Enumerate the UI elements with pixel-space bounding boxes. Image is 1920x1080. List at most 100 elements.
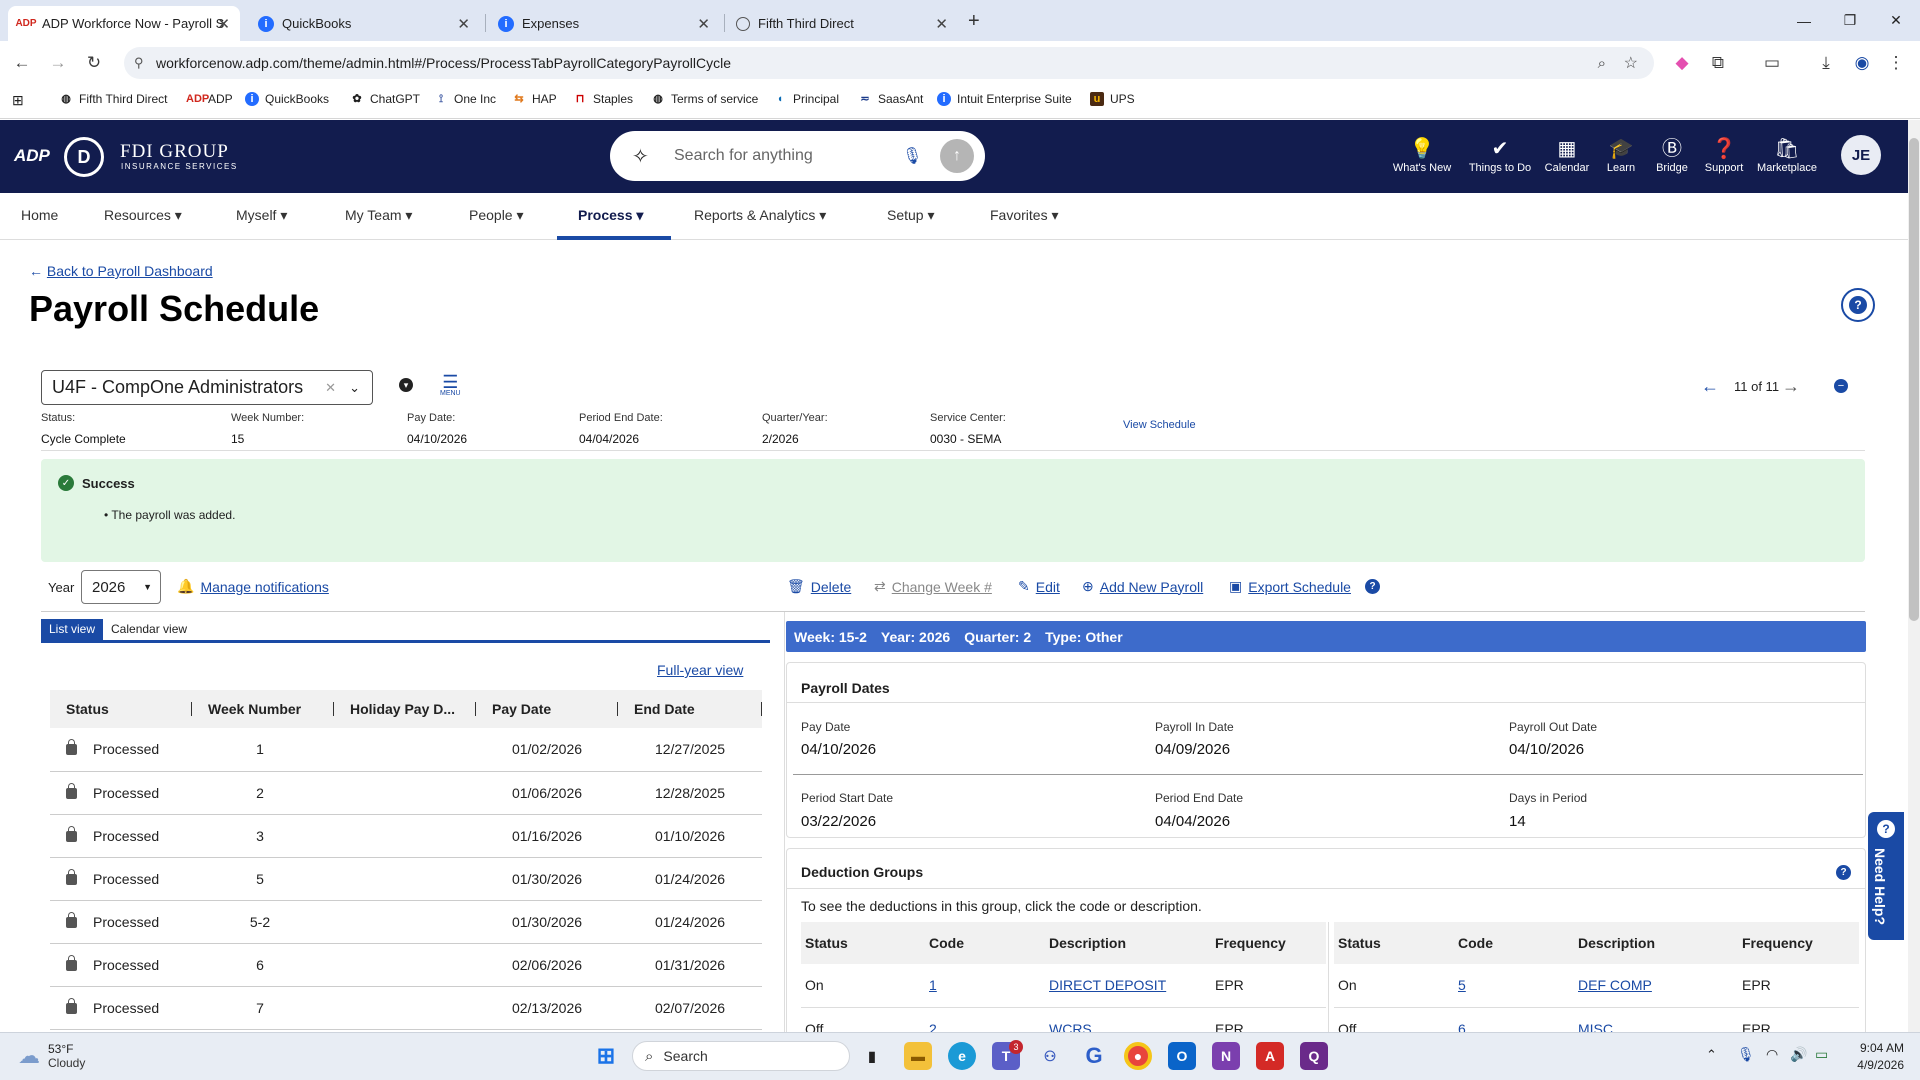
table-row[interactable]: Processed 3 01/16/2026 01/10/2026: [50, 814, 762, 858]
table-row[interactable]: Processed 1 01/02/2026 12/27/2025: [50, 728, 762, 772]
deduction-code-link[interactable]: 5: [1458, 977, 1466, 993]
bookmark-quickbooks[interactable]: i QuickBooks: [245, 92, 329, 106]
reload-icon[interactable]: ↻: [80, 49, 108, 77]
apps-icon[interactable]: ⊞: [12, 92, 24, 109]
forward-icon[interactable]: →: [44, 49, 72, 77]
bookmark-intuit-enterprise[interactable]: i Intuit Enterprise Suite: [937, 92, 1072, 106]
table-row[interactable]: Processed 2 01/06/2026 12/28/2025: [50, 771, 762, 815]
menu-dots-icon[interactable]: ⋮: [1882, 49, 1910, 77]
deduction-help-icon[interactable]: ?: [1836, 865, 1851, 880]
cast-icon[interactable]: ▭: [1758, 49, 1786, 77]
microphone-icon[interactable]: 🎙: [1737, 1046, 1755, 1063]
scrollbar-thumb[interactable]: [1909, 138, 1919, 621]
column-pay-date[interactable]: Pay Date: [476, 690, 618, 728]
submit-search-button[interactable]: ↑: [940, 139, 974, 173]
nav-myself[interactable]: Myself ▾: [236, 207, 287, 224]
column-holiday-pay[interactable]: Holiday Pay D...: [334, 690, 476, 728]
file-explorer-icon[interactable]: ▬: [904, 1042, 932, 1070]
chevron-up-icon[interactable]: ⌃: [1706, 1047, 1717, 1063]
clock[interactable]: 9:04 AM 4/9/2026: [1850, 1041, 1904, 1072]
dropdown-circle-icon[interactable]: ▾: [399, 378, 413, 392]
table-row[interactable]: Processed 6 02/06/2026 01/31/2026: [50, 943, 762, 987]
view-schedule-link[interactable]: View Schedule: [1123, 419, 1196, 431]
support-button[interactable]: ❓ Support: [1700, 136, 1748, 174]
battery-icon[interactable]: ▭: [1815, 1046, 1828, 1063]
column-week-number[interactable]: Week Number: [192, 690, 334, 728]
chevron-down-icon[interactable]: ⌄: [349, 380, 360, 396]
marketplace-button[interactable]: 🛍 Marketplace: [1755, 136, 1819, 174]
back-icon[interactable]: ←: [8, 49, 36, 77]
next-arrow-icon[interactable]: →: [1782, 376, 1800, 397]
bookmark-saasant[interactable]: ≂ SaasAnt: [858, 92, 923, 106]
year-select[interactable]: 2026 ▼: [81, 570, 161, 604]
chrome-icon[interactable]: ●: [1124, 1042, 1152, 1070]
actions-help-icon[interactable]: ?: [1365, 579, 1380, 594]
change-week-button[interactable]: ⇄ Change Week #: [874, 578, 992, 595]
bookmark-adp[interactable]: ADP ADP: [186, 92, 233, 106]
close-window-button[interactable]: ✕: [1873, 0, 1919, 41]
download-icon[interactable]: ⤓: [1812, 49, 1840, 77]
column-end-date[interactable]: End Date: [618, 690, 762, 728]
whats-new-button[interactable]: 💡 What's New: [1389, 136, 1455, 174]
nav-favorites[interactable]: Favorites ▾: [990, 207, 1059, 224]
extension-icon[interactable]: ◆: [1668, 49, 1696, 77]
taskbar-search[interactable]: ⌕ Search: [632, 1041, 850, 1071]
volume-icon[interactable]: 🔊: [1790, 1046, 1807, 1063]
minimize-button[interactable]: —: [1781, 0, 1827, 41]
tab-expenses[interactable]: i Expenses ✕: [488, 6, 720, 41]
edge-icon[interactable]: e: [948, 1042, 976, 1070]
export-schedule-button[interactable]: ▣ Export Schedule: [1229, 578, 1351, 595]
collapse-icon[interactable]: −: [1834, 379, 1848, 393]
calendar-button[interactable]: ▦ Calendar: [1542, 136, 1592, 174]
zoom-icon[interactable]: ⌕: [1598, 55, 1606, 72]
need-help-tab[interactable]: ? Need Help?: [1868, 812, 1904, 940]
manage-notifications-link[interactable]: 🔔 Manage notifications: [177, 578, 329, 595]
close-icon[interactable]: ✕: [217, 15, 230, 33]
company-select[interactable]: U4F - CompOne Administrators ✕ ⌄: [41, 370, 373, 405]
wifi-icon[interactable]: ◠: [1766, 1046, 1778, 1063]
outlook-icon[interactable]: O: [1168, 1042, 1196, 1070]
profile-icon[interactable]: ◉: [1848, 49, 1876, 77]
nav-setup[interactable]: Setup ▾: [887, 207, 935, 224]
close-icon[interactable]: ✕: [457, 15, 470, 33]
page-help-button[interactable]: ?: [1841, 288, 1875, 322]
delete-button[interactable]: 🗑 Delete: [787, 578, 851, 595]
bookmark-staples[interactable]: ⊓ Staples: [573, 92, 633, 106]
bookmark-ups[interactable]: u UPS: [1090, 92, 1135, 106]
microphone-icon[interactable]: 🎙: [902, 146, 922, 166]
site-info-icon[interactable]: ⚲: [134, 55, 144, 71]
bookmark-hap[interactable]: ⇆ HAP: [512, 92, 556, 106]
nav-process[interactable]: Process ▾: [578, 207, 643, 224]
app-icon[interactable]: Q: [1300, 1042, 1328, 1070]
learn-button[interactable]: 🎓 Learn: [1600, 136, 1642, 174]
close-icon[interactable]: ✕: [697, 15, 710, 33]
nav-home[interactable]: Home: [21, 207, 58, 223]
nav-people[interactable]: People ▾: [469, 207, 524, 224]
search-input[interactable]: Search for anything: [674, 147, 813, 165]
table-row[interactable]: Processed 7 02/13/2026 02/07/2026: [50, 986, 762, 1030]
close-icon[interactable]: ✕: [935, 15, 948, 33]
global-search[interactable]: ✧ Search for anything 🎙 ↑: [610, 131, 985, 181]
nav-reports[interactable]: Reports & Analytics ▾: [694, 207, 826, 224]
tab-list-view[interactable]: List view: [41, 619, 104, 641]
puzzle-icon[interactable]: ⧉: [1704, 49, 1732, 77]
adp-logo[interactable]: ADP: [14, 146, 50, 166]
start-icon[interactable]: ⊞: [592, 1042, 620, 1070]
table-row[interactable]: Processed 5 01/30/2026 01/24/2026: [50, 857, 762, 901]
avatar[interactable]: JE: [1841, 135, 1881, 175]
nav-resources[interactable]: Resources ▾: [104, 207, 182, 224]
acrobat-icon[interactable]: A: [1256, 1042, 1284, 1070]
back-link[interactable]: ← Back to Payroll Dashboard: [29, 263, 213, 279]
nav-my-team[interactable]: My Team ▾: [345, 207, 412, 224]
column-status[interactable]: Status: [50, 690, 192, 728]
deduction-code-link[interactable]: 1: [929, 977, 937, 993]
bookmark-one-inc[interactable]: ⟟ One Inc: [434, 92, 496, 106]
bookmark-principal[interactable]: ◖ Principal: [773, 92, 839, 106]
weather-widget[interactable]: ☁ 53°F Cloudy: [18, 1042, 85, 1070]
tab-calendar-view[interactable]: Calendar view: [103, 619, 195, 641]
things-to-do-button[interactable]: ✔ Things to Do: [1464, 136, 1536, 174]
new-tab-button[interactable]: +: [968, 10, 980, 33]
address-bar[interactable]: ⚲ workforcenow.adp.com/theme/admin.html#…: [124, 47, 1654, 79]
people-icon[interactable]: ⚇: [1036, 1042, 1064, 1070]
copilot-icon[interactable]: G: [1080, 1042, 1108, 1070]
